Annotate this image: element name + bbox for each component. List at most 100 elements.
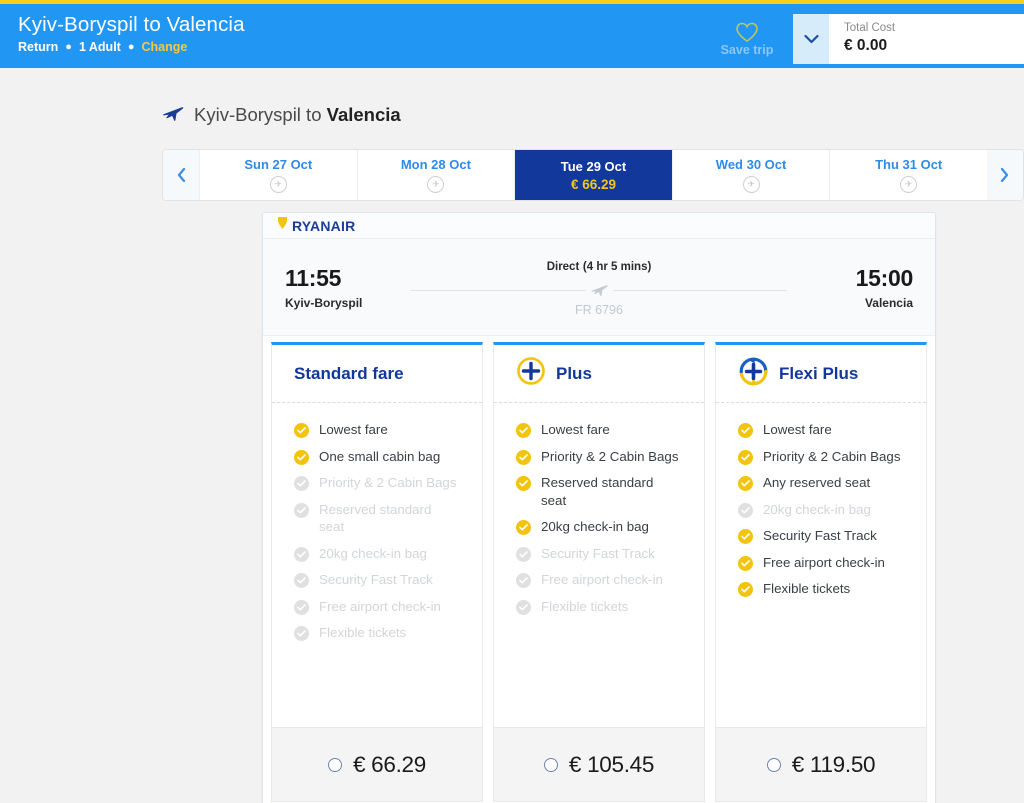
feature-item: Flexible tickets bbox=[738, 580, 910, 598]
no-flight-icon: ✈ bbox=[427, 176, 445, 193]
check-icon bbox=[738, 529, 753, 544]
feature-item-disabled: Flexible tickets bbox=[294, 624, 466, 642]
fare-name: Plus bbox=[556, 363, 592, 383]
feature-item-disabled: Security Fast Track bbox=[294, 571, 466, 589]
page-title: Kyiv-Boryspil to Valencia bbox=[18, 13, 245, 36]
plus-circle-icon bbox=[516, 356, 546, 391]
trip-summary: Return ● 1 Adult ● Change bbox=[18, 40, 707, 54]
app-header: Kyiv-Boryspil to Valencia Return ● 1 Adu… bbox=[0, 4, 1024, 68]
main-content: Kyiv-Boryspil to Valencia Sun 27 Oct ✈ M… bbox=[0, 102, 1024, 803]
feature-item: Security Fast Track bbox=[738, 527, 910, 545]
feature-item: Reserved standard seat bbox=[516, 474, 688, 509]
save-trip-button[interactable]: Save trip bbox=[707, 10, 787, 65]
feature-label: Lowest fare bbox=[319, 422, 388, 437]
date-tab-selected[interactable]: Tue 29 Oct € 66.29 bbox=[514, 150, 672, 200]
date-navigation-strip: Sun 27 Oct ✈ Mon 28 Oct ✈ Tue 29 Oct € 6… bbox=[162, 149, 1024, 201]
check-icon bbox=[294, 599, 309, 615]
check-icon bbox=[516, 423, 531, 438]
fare-card-plus[interactable]: Plus Lowest fare Priority & 2 Cabin Bags… bbox=[493, 342, 705, 802]
feature-item: Any reserved seat bbox=[738, 474, 910, 492]
flight-number: FR 6796 bbox=[575, 302, 623, 317]
fare-radio-button[interactable] bbox=[328, 757, 342, 772]
flexi-refresh-plus-icon bbox=[738, 356, 769, 392]
check-icon bbox=[294, 573, 309, 588]
airline-bar: RYANAIR bbox=[263, 213, 935, 239]
flight-path-line bbox=[411, 281, 787, 300]
no-flight-icon: ✈ bbox=[900, 176, 918, 193]
feature-item: Priority & 2 Cabin Bags bbox=[516, 448, 688, 466]
feature-label: Free airport check-in bbox=[541, 572, 663, 587]
fare-price-footer[interactable]: € 119.50 bbox=[716, 727, 926, 801]
fare-card-standard[interactable]: Standard fare Lowest fare One small cabi… bbox=[271, 342, 483, 802]
feature-item: Lowest fare bbox=[516, 421, 688, 439]
fare-radio-button[interactable] bbox=[766, 757, 781, 772]
date-tab[interactable]: Sun 27 Oct ✈ bbox=[199, 150, 357, 200]
feature-label: Flexible tickets bbox=[763, 581, 851, 596]
check-icon bbox=[516, 476, 531, 491]
date-tab[interactable]: Mon 28 Oct ✈ bbox=[356, 150, 515, 200]
airplane-icon bbox=[586, 281, 613, 300]
date-tab[interactable]: Thu 31 Oct ✈ bbox=[829, 150, 987, 200]
check-icon bbox=[738, 502, 753, 518]
no-flight-icon: ✈ bbox=[742, 176, 760, 193]
flight-result-panel: RYANAIR 11:55 Kyiv-Boryspil Direct (4 hr… bbox=[262, 212, 936, 803]
feature-label: Priority & 2 Cabin Bags bbox=[541, 448, 679, 464]
feature-item-disabled: 20kg check-in bag bbox=[738, 501, 910, 519]
fare-price: € 105.45 bbox=[568, 751, 655, 777]
feature-label: Flexible tickets bbox=[541, 598, 629, 614]
feature-item: Free airport check-in bbox=[738, 554, 910, 572]
total-cost-panel[interactable]: Total Cost € 0.00 bbox=[793, 14, 1024, 64]
feature-label: 20kg check-in bag bbox=[319, 545, 427, 561]
date-tab[interactable]: Wed 30 Oct ✈ bbox=[671, 150, 830, 200]
fare-price-footer[interactable]: € 105.45 bbox=[494, 727, 704, 801]
feature-item: Lowest fare bbox=[738, 421, 910, 439]
airplane-icon bbox=[162, 102, 184, 127]
feature-label: Reserved standard seat bbox=[319, 501, 432, 535]
date-tab-label: Thu 31 Oct bbox=[875, 157, 943, 172]
total-cost-label: Total Cost bbox=[844, 22, 896, 34]
fare-card-flexi-plus[interactable]: Flexi Plus Lowest fare Priority & 2 Cabi… bbox=[715, 342, 927, 802]
no-flight-icon: ✈ bbox=[269, 176, 287, 193]
fare-options: Standard fare Lowest fare One small cabi… bbox=[263, 336, 935, 803]
check-icon bbox=[516, 520, 531, 535]
fare-feature-list: Lowest fare One small cabin bag Priority… bbox=[272, 403, 482, 727]
fare-header: Flexi Plus bbox=[716, 345, 926, 403]
arrival-time: 15:00 bbox=[855, 264, 914, 291]
fare-price-footer[interactable]: € 66.29 bbox=[272, 727, 482, 801]
feature-item-disabled: Security Fast Track bbox=[516, 545, 688, 563]
fare-radio-button[interactable] bbox=[543, 757, 558, 772]
departure-block: 11:55 Kyiv-Boryspil bbox=[285, 265, 405, 310]
date-tab-label: Tue 29 Oct bbox=[560, 158, 627, 174]
arrival-airport: Valencia bbox=[864, 295, 913, 310]
check-icon bbox=[738, 582, 753, 597]
feature-item: One small cabin bag bbox=[294, 448, 466, 466]
separator-dot: ● bbox=[65, 40, 72, 53]
feature-label: 20kg check-in bag bbox=[763, 501, 871, 517]
check-icon bbox=[294, 423, 309, 438]
check-icon bbox=[516, 573, 531, 588]
fare-price: € 66.29 bbox=[353, 751, 426, 777]
feature-label: Free airport check-in bbox=[763, 554, 885, 570]
chevron-down-icon[interactable] bbox=[793, 14, 829, 64]
fare-name: Flexi Plus bbox=[779, 363, 859, 383]
change-search-link[interactable]: Change bbox=[142, 40, 188, 54]
stops-info: Direct (4 hr 5 mins) bbox=[547, 258, 652, 273]
check-icon bbox=[516, 449, 531, 465]
passenger-count: 1 Adult bbox=[78, 40, 121, 54]
departure-time: 11:55 bbox=[285, 264, 342, 291]
route-heading-text: Kyiv-Boryspil to Valencia bbox=[194, 104, 401, 126]
stops-label: Direct bbox=[546, 260, 580, 273]
date-tab-label: Sun 27 Oct bbox=[244, 157, 313, 172]
feature-item-disabled: 20kg check-in bag bbox=[294, 545, 466, 563]
fare-header: Standard fare bbox=[272, 345, 482, 403]
feature-label: Reserved standard seat bbox=[541, 475, 654, 508]
path-line-left bbox=[411, 289, 586, 291]
next-dates-button[interactable] bbox=[986, 150, 1023, 200]
duration-label: (4 hr 5 mins) bbox=[582, 260, 652, 273]
header-left: Kyiv-Boryspil to Valencia Return ● 1 Adu… bbox=[18, 13, 707, 54]
flight-summary-row: 11:55 Kyiv-Boryspil Direct (4 hr 5 mins)… bbox=[263, 239, 935, 336]
feature-label: Priority & 2 Cabin Bags bbox=[319, 475, 457, 490]
arrival-block: 15:00 Valencia bbox=[793, 264, 914, 310]
feature-label: Security Fast Track bbox=[541, 545, 655, 561]
prev-dates-button[interactable] bbox=[163, 150, 199, 200]
